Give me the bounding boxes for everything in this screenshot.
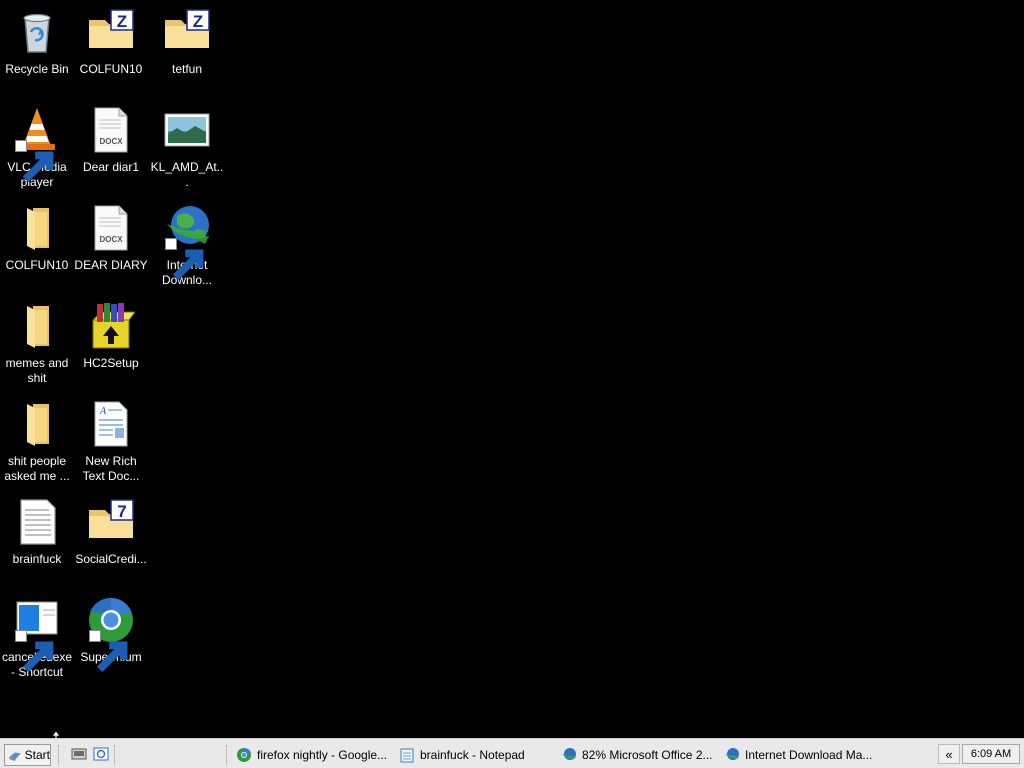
quicklaunch-show-desktop-icon[interactable]: [71, 746, 87, 762]
desktop-icon-colfun10-folder[interactable]: COLFUN10: [0, 204, 74, 273]
taskbar-button-idm-progress[interactable]: 82% Microsoft Office 2...: [561, 744, 719, 766]
docx-file-icon: DOCX: [87, 106, 135, 154]
desktop-icon-new-rich-text-doc[interactable]: A New Rich Text Doc...: [74, 400, 148, 484]
desktop-icon-recycle-bin[interactable]: Recycle Bin: [0, 8, 74, 77]
desktop-icon-shit-people-folder[interactable]: shit people asked me ...: [0, 400, 74, 484]
rich-text-document-icon: A: [87, 400, 135, 448]
notepad-icon: [400, 748, 414, 763]
desktop-icon-label: shit people asked me ...: [4, 454, 70, 483]
desktop-icon-dear-diar1[interactable]: DOCX Dear diar1: [74, 106, 148, 175]
taskbar-separator: [58, 745, 61, 765]
desktop-icon-label: Recycle Bin: [5, 62, 69, 76]
taskbar-button-firefox-nightly[interactable]: firefox nightly - Google...: [236, 744, 394, 766]
folder-icon: [13, 302, 61, 350]
desktop-icon-hc2setup[interactable]: HC2Setup: [74, 302, 148, 371]
svg-text:7: 7: [117, 502, 126, 521]
tray-clock[interactable]: 6:09 AM: [962, 744, 1020, 764]
desktop-icon-vlc[interactable]: VLC media player: [0, 106, 74, 190]
desktop-icon-colfun10-archive[interactable]: Z COLFUN10: [74, 8, 148, 77]
desktop-icon-internet-download-manager[interactable]: Internet Downlo...: [150, 204, 224, 288]
folder-icon: [13, 204, 61, 252]
desktop-icon-socialcredit-archive[interactable]: 7 SocialCredi...: [74, 498, 148, 567]
taskbar: Start firefox nightly - Google... brainf…: [0, 738, 1024, 768]
desktop-icon-tetfun-archive[interactable]: Z tetfun: [150, 8, 224, 77]
desktop-icon-brainfuck[interactable]: brainfuck: [0, 498, 74, 567]
image-file-icon: [163, 106, 211, 154]
chrome-icon: [237, 747, 251, 762]
folder-icon: [13, 400, 61, 448]
installer-box-icon: [87, 302, 135, 350]
svg-text:Z: Z: [193, 12, 203, 31]
shortcut-arrow-icon: [89, 630, 128, 673]
svg-text:DOCX: DOCX: [99, 235, 123, 244]
window-app-icon: [13, 596, 61, 673]
desktop-icon-label: New Rich Text Doc...: [82, 454, 140, 483]
quicklaunch-explorer-icon[interactable]: [93, 746, 109, 762]
zip-archive-folder-icon: Z: [87, 8, 135, 56]
svg-text:A: A: [99, 406, 107, 417]
svg-text:DOCX: DOCX: [99, 137, 123, 146]
taskbar-separator: [226, 745, 229, 765]
desktop-icon-label: KL_AMD_At...: [150, 160, 224, 189]
text-document-icon: [13, 498, 61, 546]
desktop-icon-label: HC2Setup: [83, 356, 139, 370]
7z-archive-folder-icon: 7: [87, 498, 135, 546]
desktop-icon-label: memes and shit: [5, 356, 69, 385]
recycle-bin-icon: [13, 8, 61, 56]
desktop-icon-cancelledexe-shortcut[interactable]: cancelledexe - Shortcut: [0, 596, 74, 680]
desktop-icon-label: SocialCredi...: [75, 552, 147, 566]
desktop-icon-supermium[interactable]: Supermium: [74, 596, 148, 673]
desktop-icon-label: COLFUN10: [5, 258, 69, 272]
desktop[interactable]: Recycle Bin VLC media player COLFUN10 me…: [0, 0, 1024, 738]
desktop-icon-memes-folder[interactable]: memes and shit: [0, 302, 74, 386]
start-button[interactable]: Start: [4, 744, 51, 766]
idm-globe-icon: [163, 204, 211, 281]
shortcut-arrow-icon: [15, 140, 54, 183]
desktop-icon-label: Dear diar1: [82, 160, 140, 174]
zip-archive-folder-icon: Z: [163, 8, 211, 56]
vlc-cone-icon: [13, 106, 61, 183]
taskbar-separator: [114, 745, 117, 765]
start-label: Start: [24, 748, 50, 762]
desktop-icon-label: DEAR DIARY: [74, 258, 148, 272]
tray-expand-chevron[interactable]: «: [938, 744, 960, 764]
taskbar-button-internet-download-manager[interactable]: Internet Download Ma...: [724, 744, 882, 766]
svg-text:Z: Z: [117, 12, 127, 31]
shortcut-arrow-icon: [15, 630, 54, 673]
docx-file-icon: DOCX: [87, 204, 135, 252]
idm-icon: [725, 748, 739, 760]
supermium-browser-icon: [87, 596, 135, 673]
idm-icon: [562, 748, 576, 760]
taskbar-button-notepad[interactable]: brainfuck - Notepad: [399, 744, 555, 766]
desktop-icon-label: brainfuck: [12, 552, 62, 566]
desktop-icon-label: tetfun: [171, 62, 203, 76]
shortcut-arrow-icon: [165, 238, 204, 281]
desktop-icon-dear-diary[interactable]: DOCX DEAR DIARY: [74, 204, 148, 273]
start-logo-icon: [8, 752, 21, 761]
desktop-icon-label: COLFUN10: [79, 62, 143, 76]
desktop-icon-kl-amd-image[interactable]: KL_AMD_At...: [150, 106, 224, 190]
